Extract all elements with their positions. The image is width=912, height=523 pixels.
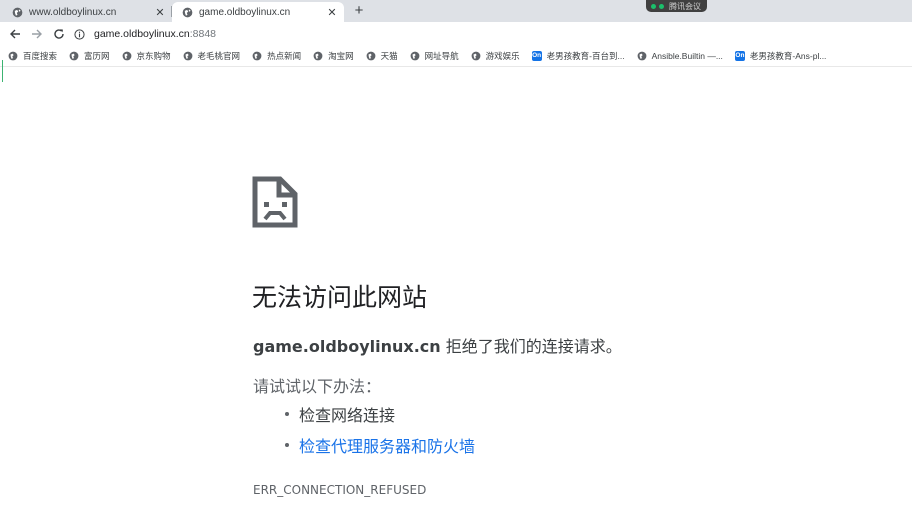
tab-strip: www.oldboylinux.cn ✕ game.oldboylinux.cn… <box>0 0 912 22</box>
bookmark-item[interactable]: On 老男孩教育-百台到... <box>531 50 625 62</box>
bullet-icon <box>285 411 289 416</box>
window-edge-accent <box>2 60 3 82</box>
new-tab-button[interactable]: + <box>350 3 368 21</box>
error-domain: game.oldboylinux.cn <box>253 337 441 356</box>
bookmark-label: 老男孩教育-Ans-pl... <box>749 51 827 61</box>
try-label: 请试试以下办法： <box>253 377 382 396</box>
bookmark-item[interactable]: 富历网 <box>69 50 110 62</box>
close-icon[interactable]: ✕ <box>154 6 166 19</box>
error-code: ERR_CONNECTION_REFUSED <box>253 483 427 497</box>
error-title: 无法访问此网站 <box>252 283 428 312</box>
globe-icon <box>122 51 132 61</box>
bookmarks-bar: 百度搜索 富历网 京东购物 老毛桃官网 热点新闻 淘宝网 天猫 网址导航 游戏娱… <box>0 46 912 67</box>
suggestion-check-network: 检查网络连接 <box>299 405 396 425</box>
bookmark-item[interactable]: 游戏娱乐 <box>471 50 520 62</box>
bookmark-label: 富历网 <box>84 51 110 61</box>
bookmark-label: 天猫 <box>380 51 398 61</box>
globe-icon <box>313 51 323 61</box>
bookmark-label: 网址导航 <box>424 51 459 61</box>
site-info-icon[interactable] <box>74 28 85 40</box>
reload-icon <box>54 29 64 39</box>
back-button[interactable] <box>6 25 24 43</box>
globe-icon <box>471 51 481 61</box>
bookmark-label: 百度搜索 <box>23 51 58 61</box>
bookmark-item[interactable]: 天猫 <box>366 50 398 62</box>
bookmark-label: 老毛桃官网 <box>197 51 241 61</box>
reload-button[interactable] <box>50 25 68 43</box>
bookmark-label: 京东购物 <box>136 51 171 61</box>
bullet-icon <box>285 442 289 447</box>
bookmark-item[interactable]: 热点新闻 <box>252 50 301 62</box>
on-icon: On <box>531 51 542 61</box>
tab-title: www.oldboylinux.cn <box>29 6 117 18</box>
browser-toolbar: game.oldboylinux.cn:8848 <box>0 22 912 46</box>
bookmark-label: Ansible.Builtin —... <box>651 51 723 61</box>
globe-icon <box>8 51 18 61</box>
on-icon: On <box>734 51 745 61</box>
mic-status-icon <box>651 3 656 9</box>
forward-arrow-icon <box>32 29 42 39</box>
tab-oldboylinux-www[interactable]: www.oldboylinux.cn ✕ <box>2 2 172 22</box>
url-host: game.oldboylinux.cn <box>94 28 190 40</box>
bookmark-item[interactable]: 网址导航 <box>410 50 459 62</box>
bookmark-item[interactable]: 百度搜索 <box>8 50 57 62</box>
close-icon[interactable]: ✕ <box>326 6 338 19</box>
meeting-badge[interactable]: 腾讯会议 <box>646 0 707 12</box>
globe-icon <box>69 51 79 61</box>
bookmark-label: 热点新闻 <box>267 51 302 61</box>
bookmark-item[interactable]: Ansible.Builtin —... <box>637 51 723 61</box>
suggestion-check-proxy-link[interactable]: 检查代理服务器和防火墙 <box>299 433 475 457</box>
globe-icon <box>637 51 647 61</box>
error-message-text: 拒绝了我们的连接请求。 <box>440 337 622 356</box>
globe-icon <box>12 7 23 18</box>
back-arrow-icon <box>10 29 20 39</box>
suggestion-list: 检查网络连接 检查代理服务器和防火墙 <box>285 398 475 460</box>
sad-page-icon <box>252 176 298 233</box>
bookmark-label: 游戏娱乐 <box>485 51 520 61</box>
url-port: :8848 <box>189 28 217 40</box>
meeting-label: 腾讯会议 <box>669 1 701 11</box>
address-bar[interactable]: game.oldboylinux.cn:8848 <box>74 25 912 43</box>
bookmark-item[interactable]: 京东购物 <box>122 50 171 62</box>
error-message: game.oldboylinux.cn 拒绝了我们的连接请求。 <box>253 333 622 357</box>
globe-icon <box>366 51 376 61</box>
globe-icon <box>252 51 262 61</box>
bookmark-item[interactable]: 淘宝网 <box>313 50 354 62</box>
globe-icon <box>183 51 193 61</box>
bookmark-item[interactable]: 老毛桃官网 <box>183 50 241 62</box>
globe-icon <box>182 7 193 18</box>
tab-title: game.oldboylinux.cn <box>199 6 291 18</box>
forward-button[interactable] <box>28 25 46 43</box>
globe-icon <box>410 51 420 61</box>
suggestion-item: 检查代理服务器和防火墙 <box>285 429 475 460</box>
bookmark-item[interactable]: On 老男孩教育-Ans-pl... <box>734 50 827 62</box>
suggestion-item: 检查网络连接 <box>285 398 475 429</box>
tab-oldboylinux-game[interactable]: game.oldboylinux.cn ✕ <box>172 2 344 22</box>
bookmark-label: 淘宝网 <box>328 51 354 61</box>
camera-status-icon <box>659 3 664 9</box>
bookmark-label: 老男孩教育-百台到... <box>546 51 625 61</box>
